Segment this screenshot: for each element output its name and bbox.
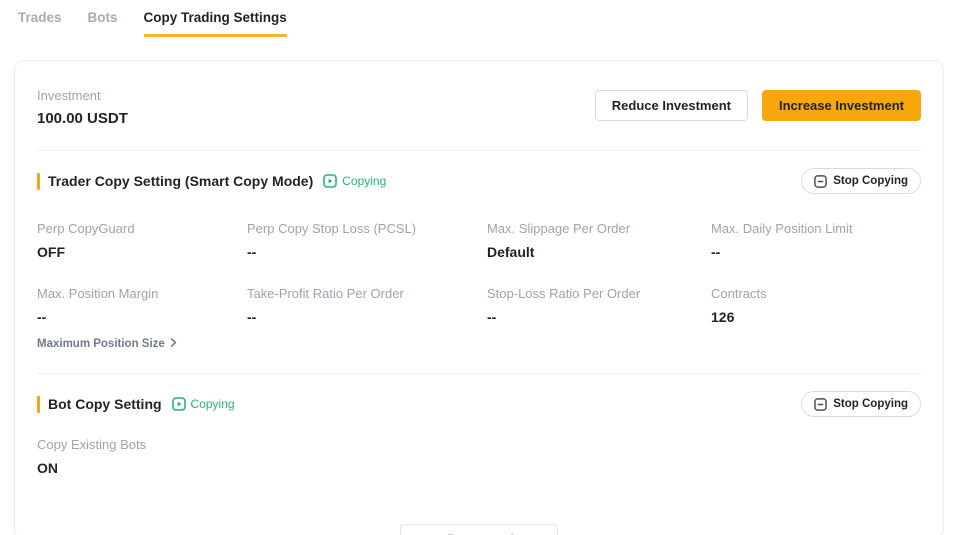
trader-settings-grid: Perp CopyGuard OFF Perp Copy Stop Loss (… xyxy=(37,221,921,350)
setting-copy-existing-bots: Copy Existing Bots ON xyxy=(37,437,921,476)
tab-bar: Trades Bots Copy Trading Settings xyxy=(0,0,958,37)
maximum-position-size-label: Maximum Position Size xyxy=(37,338,165,350)
stop-copying-bot-button[interactable]: Stop Copying xyxy=(801,391,921,417)
accent-bar xyxy=(37,396,40,413)
chevron-right-icon xyxy=(169,338,178,350)
stop-icon xyxy=(814,398,827,411)
divider xyxy=(37,373,921,374)
setting-label: Contracts xyxy=(711,286,921,301)
setting-label: Take-Profit Ratio Per Order xyxy=(247,286,487,301)
setting-stop-loss-ratio: Stop-Loss Ratio Per Order -- xyxy=(487,286,711,350)
tab-copy-trading-settings[interactable]: Copy Trading Settings xyxy=(144,10,287,37)
copying-status-label: Copying xyxy=(342,174,386,188)
divider xyxy=(37,150,921,151)
tab-bots[interactable]: Bots xyxy=(88,10,118,37)
stop-copying-trader-button[interactable]: Stop Copying xyxy=(801,168,921,194)
setting-contracts: Contracts 126 xyxy=(711,286,921,350)
setting-value: OFF xyxy=(37,244,247,260)
setting-value: -- xyxy=(711,244,921,260)
increase-investment-button[interactable]: Increase Investment xyxy=(762,90,921,121)
copying-status-badge: Copying xyxy=(172,397,235,411)
stop-icon xyxy=(814,175,827,188)
accent-bar xyxy=(37,173,40,190)
setting-label: Stop-Loss Ratio Per Order xyxy=(487,286,711,301)
maximum-position-size-link[interactable]: Maximum Position Size xyxy=(37,338,247,350)
setting-value: -- xyxy=(487,309,711,325)
trader-section-header: Trader Copy Setting (Smart Copy Mode) Co… xyxy=(37,168,921,194)
setting-value: Default xyxy=(487,244,711,260)
setting-value: -- xyxy=(37,309,247,325)
copying-status-badge: Copying xyxy=(323,174,386,188)
setting-value: -- xyxy=(247,244,487,260)
setting-label: Perp Copy Stop Loss (PCSL) xyxy=(247,221,487,236)
investment-actions: Reduce Investment Increase Investment xyxy=(595,90,921,121)
setting-label: Max. Daily Position Limit xyxy=(711,221,921,236)
setting-label: Max. Slippage Per Order xyxy=(487,221,711,236)
play-icon xyxy=(172,397,186,411)
setting-max-daily-position-limit: Max. Daily Position Limit -- xyxy=(711,221,921,260)
investment-value: 100.00 USDT xyxy=(37,110,128,127)
stop-copying-label: Stop Copying xyxy=(833,398,908,410)
setting-max-position-margin: Max. Position Margin -- Maximum Position… xyxy=(37,286,247,350)
trader-section-title: Trader Copy Setting (Smart Copy Mode) xyxy=(48,173,313,189)
copy-trading-settings-card: Investment 100.00 USDT Reduce Investment… xyxy=(14,60,944,535)
stop-copying-label: Stop Copying xyxy=(833,175,908,187)
setting-take-profit-ratio: Take-Profit Ratio Per Order -- xyxy=(247,286,487,350)
reduce-investment-button[interactable]: Reduce Investment xyxy=(595,90,748,121)
footer-actions: Configure Settings xyxy=(37,524,921,535)
setting-value: -- xyxy=(247,309,487,325)
tab-trades[interactable]: Trades xyxy=(18,10,62,37)
investment-label: Investment xyxy=(37,88,128,103)
bot-section-title: Bot Copy Setting xyxy=(48,396,162,412)
configure-settings-button[interactable]: Configure Settings xyxy=(400,524,558,535)
setting-pcsl: Perp Copy Stop Loss (PCSL) -- xyxy=(247,221,487,260)
setting-perp-copyguard: Perp CopyGuard OFF xyxy=(37,221,247,260)
setting-value: 126 xyxy=(711,309,921,325)
setting-value: ON xyxy=(37,460,921,476)
play-icon xyxy=(323,174,337,188)
investment-row: Investment 100.00 USDT Reduce Investment… xyxy=(37,88,921,127)
setting-label: Max. Position Margin xyxy=(37,286,247,301)
copying-status-label: Copying xyxy=(191,397,235,411)
bot-section-header: Bot Copy Setting Copying Stop Copying xyxy=(37,391,921,417)
setting-label: Copy Existing Bots xyxy=(37,437,921,452)
setting-label: Perp CopyGuard xyxy=(37,221,247,236)
investment-field: Investment 100.00 USDT xyxy=(37,88,128,127)
setting-max-slippage: Max. Slippage Per Order Default xyxy=(487,221,711,260)
